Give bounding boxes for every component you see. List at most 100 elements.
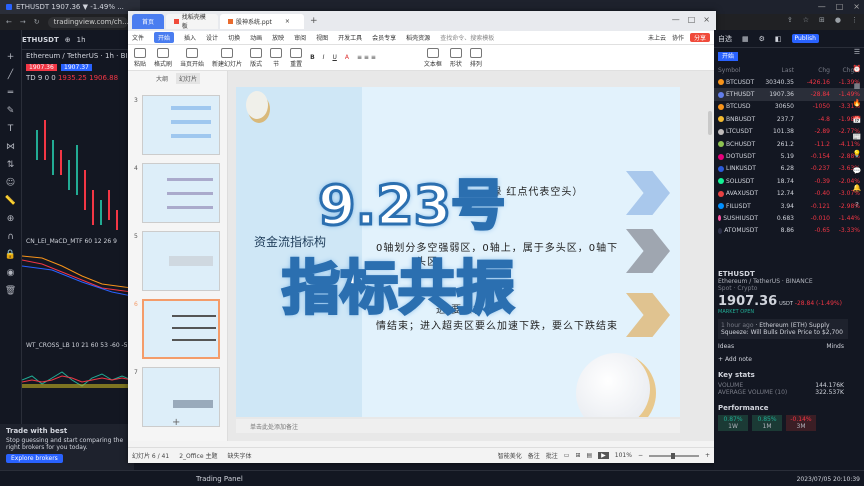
slides-tab[interactable]: 幻灯片 xyxy=(176,72,201,84)
watchlist-row[interactable]: BTCUSD 30650 -1050 -3.31% xyxy=(714,101,864,113)
menu-member[interactable]: 会员专享 xyxy=(372,33,396,42)
paste-button[interactable]: 粘贴 xyxy=(134,47,146,68)
arrange-button[interactable]: 排列 xyxy=(469,47,482,68)
perf-1m[interactable]: 0.85% 1M xyxy=(752,415,782,431)
minds-button[interactable]: Minds xyxy=(826,343,844,350)
ideas-button[interactable]: Ideas xyxy=(718,343,734,350)
add-symbol-icon[interactable]: ⊕ xyxy=(65,36,71,44)
new-tab-icon[interactable]: + xyxy=(310,16,318,26)
sorter-view-icon[interactable]: ⊞ xyxy=(575,452,580,459)
vertical-scrollbar[interactable] xyxy=(708,111,712,135)
theme-name[interactable]: 2_Office 主题 xyxy=(179,451,217,460)
wps-file-tab[interactable]: 股神系统.ppt × xyxy=(220,13,304,29)
hotlist-icon[interactable]: 🔥 xyxy=(853,99,862,107)
buy-price[interactable]: 1907.37 xyxy=(61,64,92,71)
align-icons[interactable]: ≡ ≡ ≡ xyxy=(357,54,376,61)
ruler-icon[interactable]: 📏 xyxy=(5,196,16,206)
current-slide[interactable]: 资金流指标构 辆 绿 红点代表空头） 0轴划分多空强弱区，0轴上，属于多头区，0… xyxy=(236,87,680,417)
crosshair-icon[interactable]: + xyxy=(7,52,15,62)
interval-button[interactable]: 1h xyxy=(77,36,86,44)
lock-icon[interactable]: 🔒 xyxy=(5,250,16,260)
comments-button[interactable]: 批注 xyxy=(546,451,558,460)
brush-icon[interactable]: ✎ xyxy=(7,106,15,116)
zoom-icon[interactable]: ⊕ xyxy=(7,214,15,224)
camera-icon[interactable]: ◧ xyxy=(775,35,782,43)
watchlist-row[interactable]: SUSHIUSDT 0.683 -0.010 -1.44% xyxy=(714,212,864,224)
eye-icon[interactable]: ◉ xyxy=(7,268,15,278)
play-slideshow-icon[interactable]: ▶ xyxy=(598,452,609,459)
play-current-button[interactable]: 当页开始 xyxy=(180,47,204,68)
minimize-button[interactable]: — xyxy=(818,2,826,11)
beautify-button[interactable]: 智能美化 xyxy=(498,451,522,460)
watchlist-row[interactable]: BTCUSDT 30340.35 -426.16 -1.39% xyxy=(714,76,864,88)
font-color-icon[interactable]: A xyxy=(345,54,349,61)
menu-docer[interactable]: 稻壳资源 xyxy=(406,33,430,42)
watchlist-row[interactable]: FILUSDT 3.94 -0.121 -2.98% xyxy=(714,200,864,212)
col-symbol[interactable]: Symbol xyxy=(718,67,758,74)
add-note-button[interactable]: + Add note xyxy=(718,356,848,363)
col-last[interactable]: Last xyxy=(758,67,795,74)
menu-icon[interactable]: ⋮ xyxy=(851,16,858,24)
bold-icon[interactable]: B xyxy=(310,54,315,61)
watchlist-row[interactable]: LTCUSDT 101.38 -2.89 -2.77% xyxy=(714,126,864,138)
bookmark-icon[interactable]: ☆ xyxy=(803,16,809,24)
maximize-button[interactable]: □ xyxy=(836,2,844,11)
wps-templates-tab[interactable]: 找稻壳模板 xyxy=(166,13,218,30)
close-tab-icon[interactable]: × xyxy=(285,18,290,25)
watchlist-row[interactable]: SOLUSDT 18.74 -0.39 -2.04% xyxy=(714,175,864,187)
wps-close-button[interactable]: × xyxy=(703,15,710,24)
section-button[interactable]: 节 xyxy=(270,47,283,68)
menu-review[interactable]: 审阅 xyxy=(294,33,306,42)
wps-maximize-button[interactable]: □ xyxy=(688,15,696,24)
ideas-icon[interactable]: 💡 xyxy=(853,150,862,158)
horizontal-line-icon[interactable]: ═ xyxy=(8,88,13,98)
menu-search[interactable]: 查找命令、搜索模板 xyxy=(440,33,494,42)
data-window-icon[interactable]: ▦ xyxy=(854,82,861,90)
menu-transition[interactable]: 切换 xyxy=(228,33,240,42)
perf-1w[interactable]: 0.87% 1W xyxy=(718,415,748,431)
menu-developer[interactable]: 开发工具 xyxy=(338,33,362,42)
sell-price[interactable]: 1907.36 xyxy=(26,64,57,71)
outline-tab[interactable]: 大纲 xyxy=(156,74,168,83)
slide-thumbnail[interactable] xyxy=(142,367,220,427)
normal-view-icon[interactable]: ▭ xyxy=(564,452,570,459)
layout-icon[interactable]: ▦ xyxy=(742,35,749,43)
notes-button[interactable]: 备注 xyxy=(528,451,540,460)
slide-thumbnail[interactable] xyxy=(142,231,220,291)
new-slide-button[interactable]: 新建幻灯片 xyxy=(212,47,242,68)
missing-font-button[interactable]: 缺失字体 xyxy=(227,451,251,460)
menu-animation[interactable]: 动画 xyxy=(250,33,262,42)
shape-button[interactable]: 形状 xyxy=(449,47,462,68)
price-chart[interactable]: Ethereum / TetherUS · 1h · BINANCE 1907.… xyxy=(22,50,132,420)
slide-thumbnail-selected[interactable] xyxy=(142,299,220,359)
trendline-icon[interactable]: ╱ xyxy=(8,70,13,80)
settings-icon[interactable]: ⚙ xyxy=(759,35,765,43)
emoji-icon[interactable]: ☺ xyxy=(6,178,15,188)
symbol-search[interactable]: ETHUSDT xyxy=(22,36,59,44)
alerts-icon[interactable]: ⏰ xyxy=(853,65,862,73)
add-slide-icon[interactable]: + xyxy=(172,417,180,428)
back-icon[interactable]: ← xyxy=(6,18,12,26)
prediction-icon[interactable]: ⇅ xyxy=(7,160,15,170)
format-painter-button[interactable]: 格式刷 xyxy=(154,47,172,68)
collab-button[interactable]: 协作 xyxy=(672,33,684,42)
textbox-button[interactable]: 文本框 xyxy=(424,47,442,68)
watchlist-row[interactable]: AVAXUSDT 12.74 -0.40 -3.07% xyxy=(714,188,864,200)
italic-icon[interactable]: I xyxy=(323,54,325,61)
zoom-slider[interactable] xyxy=(648,452,699,459)
watchlist-name[interactable]: 开始 xyxy=(718,52,739,61)
close-button[interactable]: × xyxy=(853,2,860,11)
menu-start[interactable]: 开始 xyxy=(154,32,175,43)
text-icon[interactable]: T xyxy=(8,124,14,134)
chat-icon[interactable]: 💬 xyxy=(853,167,862,175)
wps-home-tab[interactable]: 首页 xyxy=(132,13,164,29)
publish-button[interactable]: Publish xyxy=(791,34,819,43)
share-button[interactable]: 分享 xyxy=(689,33,710,42)
zoom-level[interactable]: 101% xyxy=(615,452,632,459)
underline-icon[interactable]: U xyxy=(332,54,336,61)
magnet-icon[interactable]: ∩ xyxy=(7,232,14,242)
news-icon[interactable]: 📰 xyxy=(853,133,862,141)
cloud-status[interactable]: 未上云 xyxy=(648,33,666,42)
watchlist-row[interactable]: ATOMUSDT 8.86 -0.65 -3.33% xyxy=(714,225,864,237)
reading-view-icon[interactable]: ▤ xyxy=(586,452,592,459)
